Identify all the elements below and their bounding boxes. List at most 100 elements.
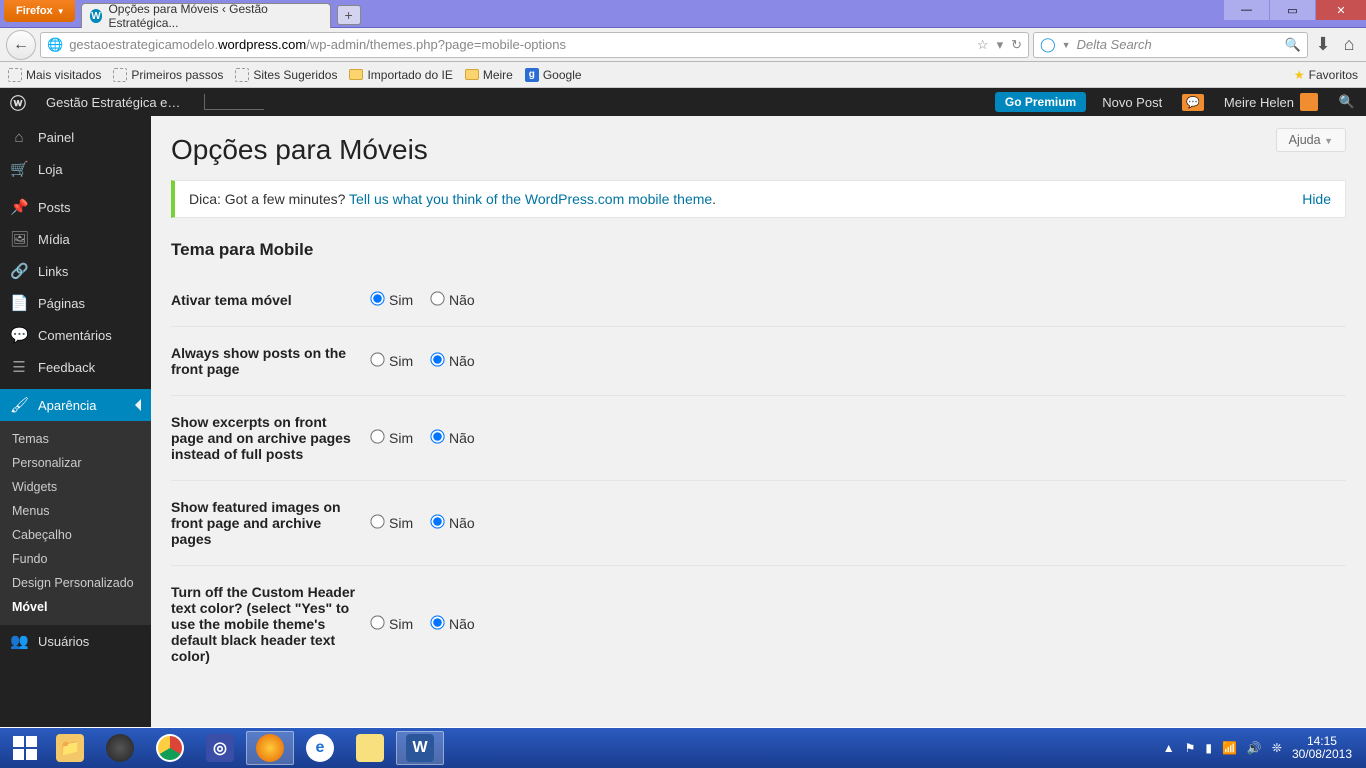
submenu-fundo[interactable]: Fundo (0, 547, 151, 571)
tray-expand-icon[interactable]: ▲ (1163, 741, 1175, 755)
bookmark-favorites[interactable]: ★Favoritos (1294, 68, 1358, 82)
submenu-personalizar[interactable]: Personalizar (0, 451, 151, 475)
back-button[interactable]: ← (6, 30, 36, 60)
radio-sim[interactable]: Sim (371, 430, 413, 446)
bookmark-most-visited[interactable]: Mais visitados (8, 68, 101, 82)
wifi-icon[interactable]: 📶 (1222, 741, 1237, 755)
notice-text: Dica: Got a few minutes? Tell us what yo… (189, 191, 716, 207)
radio-sim[interactable]: Sim (371, 515, 413, 531)
submenu-cabecalho[interactable]: Cabeçalho (0, 523, 151, 547)
radio-nao[interactable]: Não (431, 292, 475, 308)
bookmark-first-steps[interactable]: Primeiros passos (113, 68, 223, 82)
sidebar-item-links[interactable]: 🔗Links (0, 255, 151, 287)
sidebar-item-painel[interactable]: ⌂Painel (0, 122, 151, 153)
setting-label: Show featured images on front page and a… (171, 481, 371, 566)
chevron-down-icon: ▼ (57, 7, 65, 16)
reload-icon[interactable]: ↻ (1011, 37, 1022, 53)
radio-nao[interactable]: Não (431, 353, 475, 369)
bookmark-suggested[interactable]: Sites Sugeridos (235, 68, 337, 82)
go-premium-button[interactable]: Go Premium (995, 92, 1086, 112)
windows-logo-icon (13, 736, 37, 760)
user-menu[interactable]: Meire Helen (1214, 88, 1328, 116)
submenu-widgets[interactable]: Widgets (0, 475, 151, 499)
home-button[interactable]: ⌂ (1338, 34, 1360, 56)
start-button[interactable] (6, 729, 44, 767)
radio-sim[interactable]: Sim (371, 616, 413, 632)
page-title: Opções para Móveis (171, 116, 1346, 180)
sidebar-item-feedback[interactable]: ☰Feedback (0, 351, 151, 383)
wp-admin-bar: ⓦ Gestão Estratégica e… Go Premium Novo … (0, 88, 1366, 116)
dropdown-icon[interactable]: ▾ (997, 37, 1004, 53)
users-icon: 👥 (10, 632, 28, 650)
dashed-icon (235, 68, 249, 82)
taskbar-clock[interactable]: 14:15 30/08/2013 (1292, 735, 1352, 761)
search-icon[interactable]: 🔍 (1285, 37, 1301, 53)
ie-icon: e (306, 734, 334, 762)
arrow-icon (135, 399, 141, 411)
taskbar-chrome[interactable] (146, 731, 194, 765)
new-tab-button[interactable]: + (337, 5, 361, 25)
search-box[interactable]: ◯ ▼ Delta Search 🔍 (1033, 32, 1308, 58)
bookmark-google[interactable]: gGoogle (525, 68, 582, 82)
bookmark-imported[interactable]: Importado do IE (349, 68, 452, 82)
sidebar-item-aparencia[interactable]: 🖌Aparência (0, 389, 151, 421)
url-bar[interactable]: 🌐 gestaoestrategicamodelo.wordpress.com/… (40, 32, 1029, 58)
dashed-icon (8, 68, 22, 82)
firefox-menu-button[interactable]: Firefox ▼ (4, 0, 75, 22)
close-button[interactable]: ✕ (1316, 0, 1366, 20)
setting-row: Ativar tema móvel Sim Não (171, 274, 1346, 327)
site-name[interactable]: Gestão Estratégica e… (36, 88, 190, 116)
taskbar-firefox[interactable] (246, 731, 294, 765)
wp-logo[interactable]: ⓦ (0, 88, 36, 116)
sidebar-item-loja[interactable]: 🛒Loja (0, 153, 151, 185)
flag-icon[interactable]: ⚑ (1185, 741, 1196, 755)
settings-table: Ativar tema móvel Sim Não Always show po… (171, 274, 1346, 682)
radio-nao[interactable]: Não (431, 430, 475, 446)
volume-icon[interactable]: 🔊 (1247, 741, 1262, 755)
taskbar-app[interactable] (96, 731, 144, 765)
sticky-note-icon (356, 734, 384, 762)
sync-icon[interactable]: ❊ (1272, 741, 1282, 755)
taskbar-ie[interactable]: e (296, 731, 344, 765)
browser-tab[interactable]: W Opções para Móveis ‹ Gestão Estratégic… (81, 3, 331, 28)
radio-sim[interactable]: Sim (371, 353, 413, 369)
radio-nao[interactable]: Não (431, 616, 475, 632)
search-dropdown-icon[interactable]: ▼ (1062, 40, 1071, 50)
notifications-button[interactable]: 💬 (1172, 88, 1214, 116)
windows-taskbar: 📁 ◎ e W ▲ ⚑ ▮ 📶 🔊 ❊ 14:15 30/08/2013 (0, 728, 1366, 768)
taskbar-notes[interactable] (346, 731, 394, 765)
search-placeholder: Delta Search (1077, 37, 1152, 52)
minimize-button[interactable]: — (1224, 0, 1269, 20)
taskbar-explorer[interactable]: 📁 (46, 731, 94, 765)
notice-hide-link[interactable]: Hide (1302, 191, 1331, 207)
submenu-menus[interactable]: Menus (0, 499, 151, 523)
firefox-icon (256, 734, 284, 762)
folder-icon (465, 69, 479, 80)
search-icon: 🔍 (1338, 93, 1356, 111)
stats-sparkline[interactable] (190, 88, 274, 116)
admin-search-button[interactable]: 🔍 (1328, 88, 1366, 116)
taskbar-app2[interactable]: ◎ (196, 731, 244, 765)
downloads-button[interactable]: ⬇ (1312, 34, 1334, 56)
submenu-temas[interactable]: Temas (0, 427, 151, 451)
avatar-icon (1300, 93, 1318, 111)
maximize-button[interactable]: ▭ (1270, 0, 1315, 20)
radio-nao[interactable]: Não (431, 515, 475, 531)
sidebar-item-posts[interactable]: 📌Posts (0, 191, 151, 223)
help-tab[interactable]: Ajuda ▼ (1276, 128, 1346, 152)
notice-link[interactable]: Tell us what you think of the WordPress.… (349, 191, 712, 207)
bookmark-meire[interactable]: Meire (465, 68, 513, 82)
sidebar-item-paginas[interactable]: 📄Páginas (0, 287, 151, 319)
taskbar-word[interactable]: W (396, 731, 444, 765)
sidebar-item-midia[interactable]: 🖼Mídia (0, 223, 151, 255)
brush-icon: 🖌 (10, 396, 28, 414)
submenu-design[interactable]: Design Personalizado (0, 571, 151, 595)
submenu-movel[interactable]: Móvel (0, 595, 151, 619)
orb-icon (106, 734, 134, 762)
bookmark-star-icon[interactable]: ☆ (977, 37, 989, 53)
sidebar-item-comentarios[interactable]: 💬Comentários (0, 319, 151, 351)
battery-icon[interactable]: ▮ (1205, 741, 1212, 755)
sidebar-item-usuarios[interactable]: 👥Usuários (0, 625, 151, 657)
radio-sim[interactable]: Sim (371, 292, 413, 308)
new-post-link[interactable]: Novo Post (1092, 88, 1172, 116)
